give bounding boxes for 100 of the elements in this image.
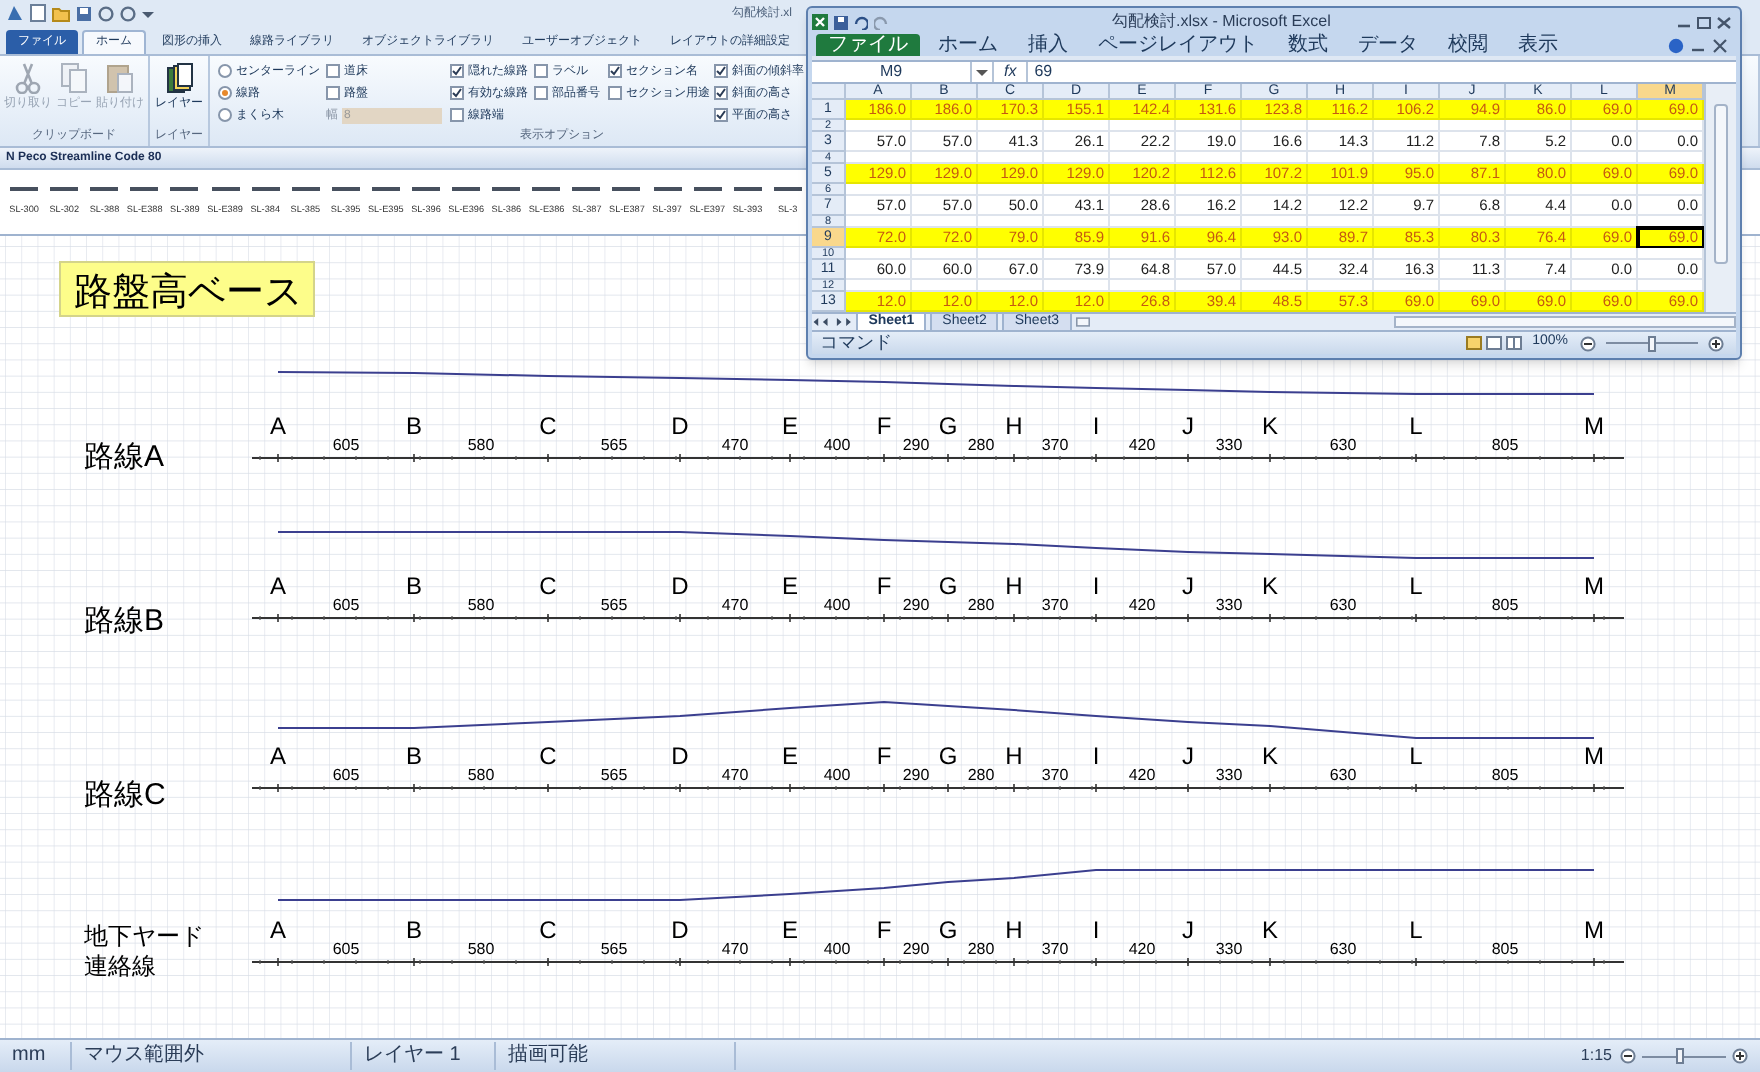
- track-piece-icon[interactable]: [492, 186, 521, 192]
- formula-field[interactable]: 69: [1028, 62, 1736, 82]
- zoom-out-icon[interactable]: [1620, 1048, 1636, 1064]
- checkbox[interactable]: [326, 86, 340, 100]
- ribbon-tab[interactable]: ページレイアウト: [1086, 34, 1270, 57]
- function-label[interactable]: fx: [992, 62, 1029, 82]
- distance-label: 280: [967, 436, 995, 454]
- save-icon[interactable]: [76, 5, 92, 21]
- ribbon-tab[interactable]: 表示: [1506, 34, 1570, 57]
- track-piece-icon[interactable]: [90, 186, 119, 192]
- station-label: G: [938, 412, 958, 440]
- page-break-icon[interactable]: [1506, 336, 1523, 350]
- track-piece-icon[interactable]: [291, 186, 320, 192]
- station-label: G: [938, 572, 958, 600]
- station-label: J: [1182, 412, 1194, 440]
- distance-label: 630: [1329, 766, 1357, 784]
- route-name: 路線C: [84, 778, 166, 812]
- ribbon-tab[interactable]: 校閲: [1436, 34, 1500, 57]
- status-text: コマンド: [818, 332, 892, 354]
- radio-button[interactable]: [218, 108, 232, 122]
- name-box[interactable]: M9: [812, 62, 972, 82]
- distance-label: 420: [1128, 940, 1156, 958]
- distance-label: 805: [1491, 766, 1519, 784]
- checkbox[interactable]: [450, 108, 464, 122]
- ribbon-tab[interactable]: ホーム: [926, 34, 1010, 57]
- zoom-out-icon[interactable]: [1580, 335, 1596, 351]
- distance-label: 400: [823, 596, 851, 614]
- station-label: M: [1584, 572, 1604, 600]
- track-piece-icon[interactable]: [10, 186, 39, 192]
- maximize-icon[interactable]: [1696, 15, 1712, 30]
- close-icon[interactable]: [1716, 15, 1732, 30]
- distance-label: 470: [721, 596, 749, 614]
- zoom-slider[interactable]: [1642, 1048, 1726, 1064]
- ribbon-tab[interactable]: 数式: [1276, 34, 1340, 57]
- station-label: K: [1262, 742, 1278, 770]
- track-piece-icon[interactable]: [612, 186, 641, 192]
- track-piece-icon[interactable]: [170, 186, 199, 192]
- normal-view-icon[interactable]: [1466, 336, 1483, 350]
- radio-button[interactable]: [218, 64, 232, 78]
- checkbox[interactable]: [534, 86, 548, 100]
- ribbon-tab[interactable]: データ: [1346, 34, 1430, 57]
- checkbox[interactable]: [608, 64, 622, 78]
- vertical-scrollbar[interactable]: [1704, 84, 1736, 312]
- track-piece-icon[interactable]: [733, 186, 762, 192]
- station-label: J: [1182, 572, 1194, 600]
- track-piece-icon[interactable]: [371, 186, 400, 192]
- station-label: E: [782, 916, 798, 944]
- route-name: 地下ヤード: [84, 922, 204, 950]
- track-piece-icon[interactable]: [331, 186, 360, 192]
- station-label: L: [1409, 412, 1423, 440]
- radio-button[interactable]: [218, 86, 232, 100]
- track-piece-icon[interactable]: [653, 186, 682, 192]
- track-piece-icon[interactable]: [452, 186, 481, 192]
- distance-label: 565: [600, 940, 628, 958]
- track-piece-icon[interactable]: [50, 186, 79, 192]
- track-piece-icon[interactable]: [411, 186, 440, 192]
- track-piece-icon[interactable]: [532, 186, 561, 192]
- zoom-slider[interactable]: [1606, 335, 1698, 351]
- paste-icon: [106, 62, 134, 94]
- help-icon[interactable]: [1668, 38, 1684, 55]
- station-label: K: [1262, 916, 1278, 944]
- horizontal-scrollbar[interactable]: [1393, 316, 1736, 328]
- zoom-in-icon[interactable]: [1708, 335, 1724, 351]
- folder-icon[interactable]: [52, 5, 70, 21]
- sheet-navigation-icon[interactable]: [812, 316, 853, 328]
- distance-label: 280: [967, 940, 995, 958]
- checkbox[interactable]: [714, 108, 728, 122]
- new-sheet-icon[interactable]: [1075, 316, 1090, 328]
- distance-label: 470: [721, 766, 749, 784]
- page-layout-icon[interactable]: [1486, 336, 1503, 350]
- zoom-scale: 1:15: [1580, 1044, 1612, 1068]
- save-icon[interactable]: [834, 15, 848, 30]
- track-piece-icon[interactable]: [130, 186, 159, 192]
- route-name: 路線A: [84, 440, 165, 474]
- track-piece-icon[interactable]: [693, 186, 722, 192]
- close-icon[interactable]: [1712, 38, 1728, 55]
- checkbox[interactable]: [534, 64, 548, 78]
- station-label: D: [671, 916, 689, 944]
- checkbox[interactable]: [714, 86, 728, 100]
- checkbox[interactable]: [450, 86, 464, 100]
- checkbox[interactable]: [608, 86, 622, 100]
- ribbon-tab[interactable]: ファイル: [816, 34, 920, 57]
- station-label: H: [1005, 742, 1023, 770]
- track-piece-icon[interactable]: [572, 186, 601, 192]
- new-file-icon[interactable]: [30, 4, 46, 22]
- distance-label: 605: [332, 766, 360, 784]
- zoom-in-icon[interactable]: [1732, 1048, 1748, 1064]
- checkbox[interactable]: [714, 64, 728, 78]
- track-piece-icon[interactable]: [773, 186, 802, 192]
- station-label: D: [671, 742, 689, 770]
- track-piece-icon[interactable]: [211, 186, 240, 192]
- dropdown-icon[interactable]: [142, 7, 154, 19]
- checkbox[interactable]: [326, 64, 340, 78]
- checkbox[interactable]: [450, 64, 464, 78]
- track-piece-icon[interactable]: [251, 186, 280, 192]
- ribbon-tab[interactable]: 挿入: [1016, 34, 1080, 57]
- copy-icon: [60, 62, 88, 94]
- distance-label: 630: [1329, 940, 1357, 958]
- distance-label: 290: [902, 766, 930, 784]
- distance-label: 580: [467, 596, 495, 614]
